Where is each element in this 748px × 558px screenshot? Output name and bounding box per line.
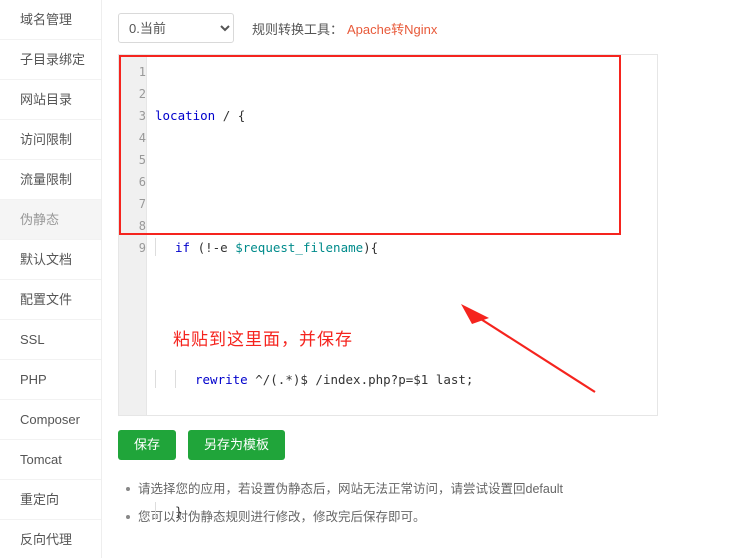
code-line-5: rewrite ^/(.*)$ /index.php?p=$1 last; [155, 369, 657, 391]
code-line-1: location / { [155, 105, 657, 127]
main-panel: 0.当前 规则转换工具： Apache转Nginx 1 2 3 4 5 6 7 … [102, 0, 748, 558]
code-token: rewrite [195, 372, 248, 387]
bullet-icon [126, 515, 130, 519]
code-token: / { [215, 108, 246, 123]
code-lines[interactable]: location / { if (!-e $request_filename){… [147, 55, 657, 520]
line-number: 4 [138, 131, 146, 145]
sidebar-item-domain-management[interactable]: 域名管理 [0, 0, 101, 40]
line-number: 8 [138, 219, 146, 233]
code-token: (!-e [190, 240, 236, 255]
sidebar-item-access-restriction[interactable]: 访问限制 [0, 120, 101, 160]
bullet-icon [126, 487, 130, 491]
code-token: if [175, 240, 191, 255]
line-number: 3 [138, 109, 146, 123]
code-line-7: } [155, 501, 657, 523]
code-token: location [155, 108, 216, 123]
line-number-gutter: 1 2 3 4 5 6 7 8 9 [119, 55, 147, 415]
code-area[interactable]: 1 2 3 4 5 6 7 8 9 location / { if (!-e $… [119, 55, 657, 520]
sidebar-item-config-file[interactable]: 配置文件 [0, 280, 101, 320]
code-line-3: if (!-e $request_filename){ [155, 237, 657, 259]
page-root: 域名管理 子目录绑定 网站目录 访问限制 流量限制 伪静态 默认文档 配置文件 … [0, 0, 748, 558]
sidebar-item-php[interactable]: PHP [0, 360, 101, 400]
line-number: 1 [138, 65, 146, 79]
sidebar-item-traffic-limit[interactable]: 流量限制 [0, 160, 101, 200]
ruleset-select[interactable]: 0.当前 [118, 13, 234, 43]
sidebar-item-subdirectory-binding[interactable]: 子目录绑定 [0, 40, 101, 80]
sidebar-item-ssl[interactable]: SSL [0, 320, 101, 360]
line-number: 5 [138, 153, 146, 167]
apache-to-nginx-link[interactable]: Apache转Nginx [347, 19, 437, 38]
line-number: 6 [138, 175, 146, 189]
toolbar: 0.当前 规则转换工具： Apache转Nginx [118, 12, 734, 44]
indent-guide-icon [155, 238, 175, 256]
line-number: 2 [138, 87, 146, 101]
indent-guide-icon [155, 370, 175, 388]
code-token: } [175, 504, 183, 519]
sidebar-item-composer[interactable]: Composer [0, 400, 101, 440]
code-token: $request_filename [235, 240, 364, 255]
code-token: ){ [363, 240, 379, 255]
sidebar-item-reverse-proxy[interactable]: 反向代理 [0, 520, 101, 558]
indent-guide-icon [175, 370, 195, 388]
indent-guide-icon [155, 502, 175, 520]
converter-label: 规则转换工具： [252, 21, 344, 37]
rewrite-rule-editor[interactable]: 1 2 3 4 5 6 7 8 9 location / { if (!-e $… [118, 54, 658, 520]
annotation-text: 粘贴到这里面，并保存 [173, 330, 353, 349]
sidebar-item-site-directory[interactable]: 网站目录 [0, 80, 101, 120]
code-token: ^/(.*)$ /index.php?p=$1 last; [247, 372, 474, 387]
line-number: 9 [138, 241, 146, 255]
sidebar-item-default-document[interactable]: 默认文档 [0, 240, 101, 280]
line-number: 7 [138, 197, 146, 211]
sidebar-item-rewrite[interactable]: 伪静态 [0, 200, 101, 240]
sidebar: 域名管理 子目录绑定 网站目录 访问限制 流量限制 伪静态 默认文档 配置文件 … [0, 0, 102, 558]
sidebar-item-tomcat[interactable]: Tomcat [0, 440, 101, 480]
sidebar-item-redirect[interactable]: 重定向 [0, 480, 101, 520]
